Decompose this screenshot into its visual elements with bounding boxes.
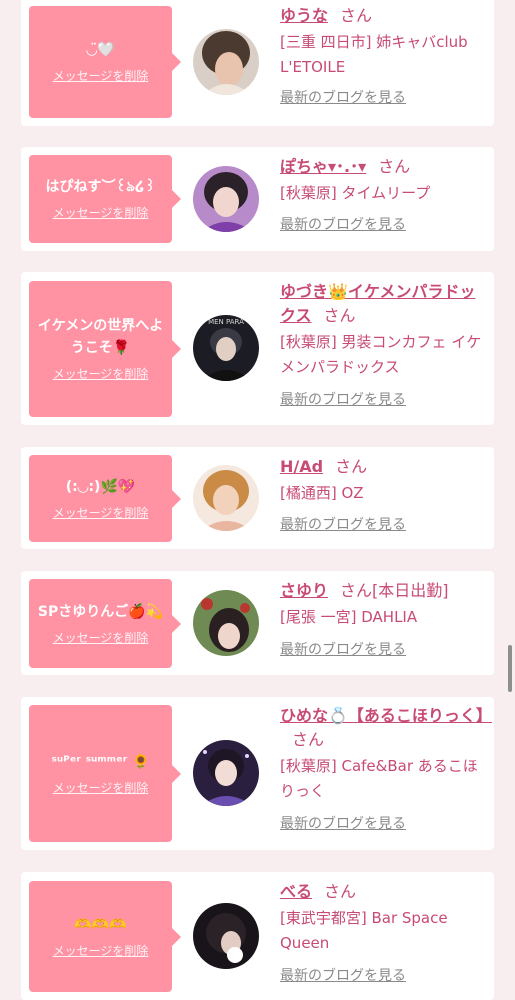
message-text: SPさゆりんご🍎💫	[37, 603, 164, 620]
scrollbar-thumb[interactable]	[508, 645, 512, 692]
shop-name: [東武宇都宮] Bar Space Queen	[280, 909, 448, 952]
shop-name: [秋葉原] タイムリープ	[280, 184, 431, 202]
message-bubble: SPさゆりんご🍎💫 メッセージを削除	[29, 579, 181, 668]
delete-message-link[interactable]: メッセージを削除	[53, 67, 149, 85]
message-bubble: はぴねす︶꒰ঌ໒꒱ メッセージを削除	[29, 155, 181, 243]
avatar[interactable]	[193, 903, 259, 969]
profile-name-link[interactable]: ゆづき👑イケメンパラドックス	[280, 282, 475, 325]
latest-blog-link[interactable]: 最新のブログを見る	[280, 88, 485, 108]
message-text: ˢᵘᴾᵉʳ ˢᵘᵐᵐᵉʳ 🌻	[51, 753, 150, 770]
shop-name: [橘通西] OZ	[280, 484, 364, 502]
message-card: イケメンの世界へようこそ🌹 メッセージを削除 MEN PARA ゆづき👑イケメン…	[21, 272, 494, 425]
avatar[interactable]	[193, 166, 259, 232]
shop-name: [秋葉原] 男装コンカフェ イケメンパラドックス	[280, 333, 482, 376]
profile-info: べる さん [東武宇都宮] Bar Space Queen 最新のブログを見る	[280, 880, 485, 986]
honorific: さん	[340, 6, 373, 25]
name-line: H/Ad さん	[280, 455, 485, 479]
name-line: さゆり さん[本日出勤]	[280, 579, 485, 603]
message-text: (:◡:)🌿💖	[65, 478, 136, 495]
message-card: SPさゆりんご🍎💫 メッセージを削除 さゆり さん[本日出勤] [尾張 一宮] D…	[21, 571, 494, 675]
message-card: ˢᵘᴾᵉʳ ˢᵘᵐᵐᵉʳ 🌻 メッセージを削除 ひめな💍【あるこほりっく】さん …	[21, 697, 494, 850]
profile-name-link[interactable]: ゆうな	[280, 6, 328, 25]
honorific: さん	[335, 457, 368, 476]
name-extra: [本日出勤]	[372, 581, 449, 600]
message-bubble: (:◡:)🌿💖 メッセージを削除	[29, 455, 181, 542]
svg-text:MEN PARA: MEN PARA	[208, 318, 244, 326]
message-text: イケメンの世界へようこそ🌹	[37, 318, 164, 356]
avatar[interactable]	[193, 740, 259, 806]
name-line: ゆうな さん	[280, 4, 485, 28]
message-bubble: 🫶🫶🫶 メッセージを削除	[29, 881, 181, 992]
delete-message-link[interactable]: メッセージを削除	[53, 779, 149, 797]
delete-message-link[interactable]: メッセージを削除	[53, 204, 149, 222]
name-line: ゆづき👑イケメンパラドックス さん	[280, 280, 485, 328]
latest-blog-link[interactable]: 最新のブログを見る	[280, 390, 485, 410]
honorific: さん	[292, 730, 325, 749]
latest-blog-link[interactable]: 最新のブログを見る	[280, 215, 485, 235]
profile-info: さゆり さん[本日出勤] [尾張 一宮] DAHLIA 最新のブログを見る	[280, 579, 485, 660]
latest-blog-link[interactable]: 最新のブログを見る	[280, 515, 485, 535]
profile-info: ひめな💍【あるこほりっく】さん [秋葉原] Cafe&Bar あるこほりっく 最…	[280, 704, 492, 834]
avatar[interactable]	[193, 590, 259, 656]
delete-message-link[interactable]: メッセージを削除	[53, 504, 149, 522]
delete-message-link[interactable]: メッセージを削除	[53, 629, 149, 647]
profile-info: H/Ad さん [橘通西] OZ 最新のブログを見る	[280, 455, 485, 535]
message-text: ◡̈🤍	[86, 42, 115, 58]
profile-name-link[interactable]: さゆり	[280, 581, 328, 600]
avatar[interactable]: MEN PARA	[193, 315, 259, 381]
profile-name-link[interactable]: H/Ad	[280, 457, 323, 476]
shop-name: [秋葉原] Cafe&Bar あるこほりっく	[280, 757, 478, 800]
name-line: べる さん	[280, 880, 485, 904]
shop-name: [尾張 一宮] DAHLIA	[280, 608, 418, 626]
message-card: 🫶🫶🫶 メッセージを削除 べる さん [東武宇都宮] Bar Space Quee…	[21, 872, 494, 1000]
message-text: 🫶🫶🫶	[74, 916, 127, 933]
name-line: ひめな💍【あるこほりっく】さん	[280, 704, 492, 752]
shop-name: [三重 四日市] 姉キャバclub L'ETOILE	[280, 33, 468, 76]
honorific: さん	[324, 882, 357, 901]
honorific: さん	[340, 581, 373, 600]
latest-blog-link[interactable]: 最新のブログを見る	[280, 966, 485, 986]
honorific: さん	[378, 157, 411, 176]
avatar[interactable]	[193, 29, 259, 95]
latest-blog-link[interactable]: 最新のブログを見る	[280, 814, 485, 834]
delete-message-link[interactable]: メッセージを削除	[53, 942, 149, 960]
profile-info: ゆうな さん [三重 四日市] 姉キャバclub L'ETOILE 最新のブログを…	[280, 4, 485, 108]
message-bubble: ˢᵘᴾᵉʳ ˢᵘᵐᵐᵉʳ 🌻 メッセージを削除	[29, 705, 181, 842]
profile-name-link[interactable]: ひめな💍【あるこほりっく】	[280, 706, 492, 725]
name-line: ぽちゃ▾･.･▾ さん	[280, 155, 485, 179]
message-card: はぴねす︶꒰ঌ໒꒱ メッセージを削除 ぽちゃ▾･.･▾ さん [秋葉原] タイムリ…	[21, 147, 494, 251]
message-text: はぴねす︶꒰ঌ໒꒱	[45, 179, 156, 195]
delete-message-link[interactable]: メッセージを削除	[53, 365, 149, 383]
avatar[interactable]	[193, 465, 259, 531]
latest-blog-link[interactable]: 最新のブログを見る	[280, 640, 485, 660]
message-bubble: ◡̈🤍 メッセージを削除	[29, 6, 181, 118]
profile-name-link[interactable]: ぽちゃ▾･.･▾	[280, 157, 366, 176]
message-card: (:◡:)🌿💖 メッセージを削除 H/Ad さん [橘通西] OZ 最新のブログを…	[21, 447, 494, 549]
honorific: さん	[323, 306, 356, 325]
profile-info: ゆづき👑イケメンパラドックス さん [秋葉原] 男装コンカフェ イケメンパラドック…	[280, 280, 485, 410]
profile-info: ぽちゃ▾･.･▾ さん [秋葉原] タイムリープ 最新のブログを見る	[280, 155, 485, 235]
profile-name-link[interactable]: べる	[280, 882, 312, 901]
message-card: ◡̈🤍 メッセージを削除 ゆうな さん [三重 四日市] 姉キャバclub L'E…	[21, 0, 494, 126]
message-bubble: イケメンの世界へようこそ🌹 メッセージを削除	[29, 281, 181, 417]
